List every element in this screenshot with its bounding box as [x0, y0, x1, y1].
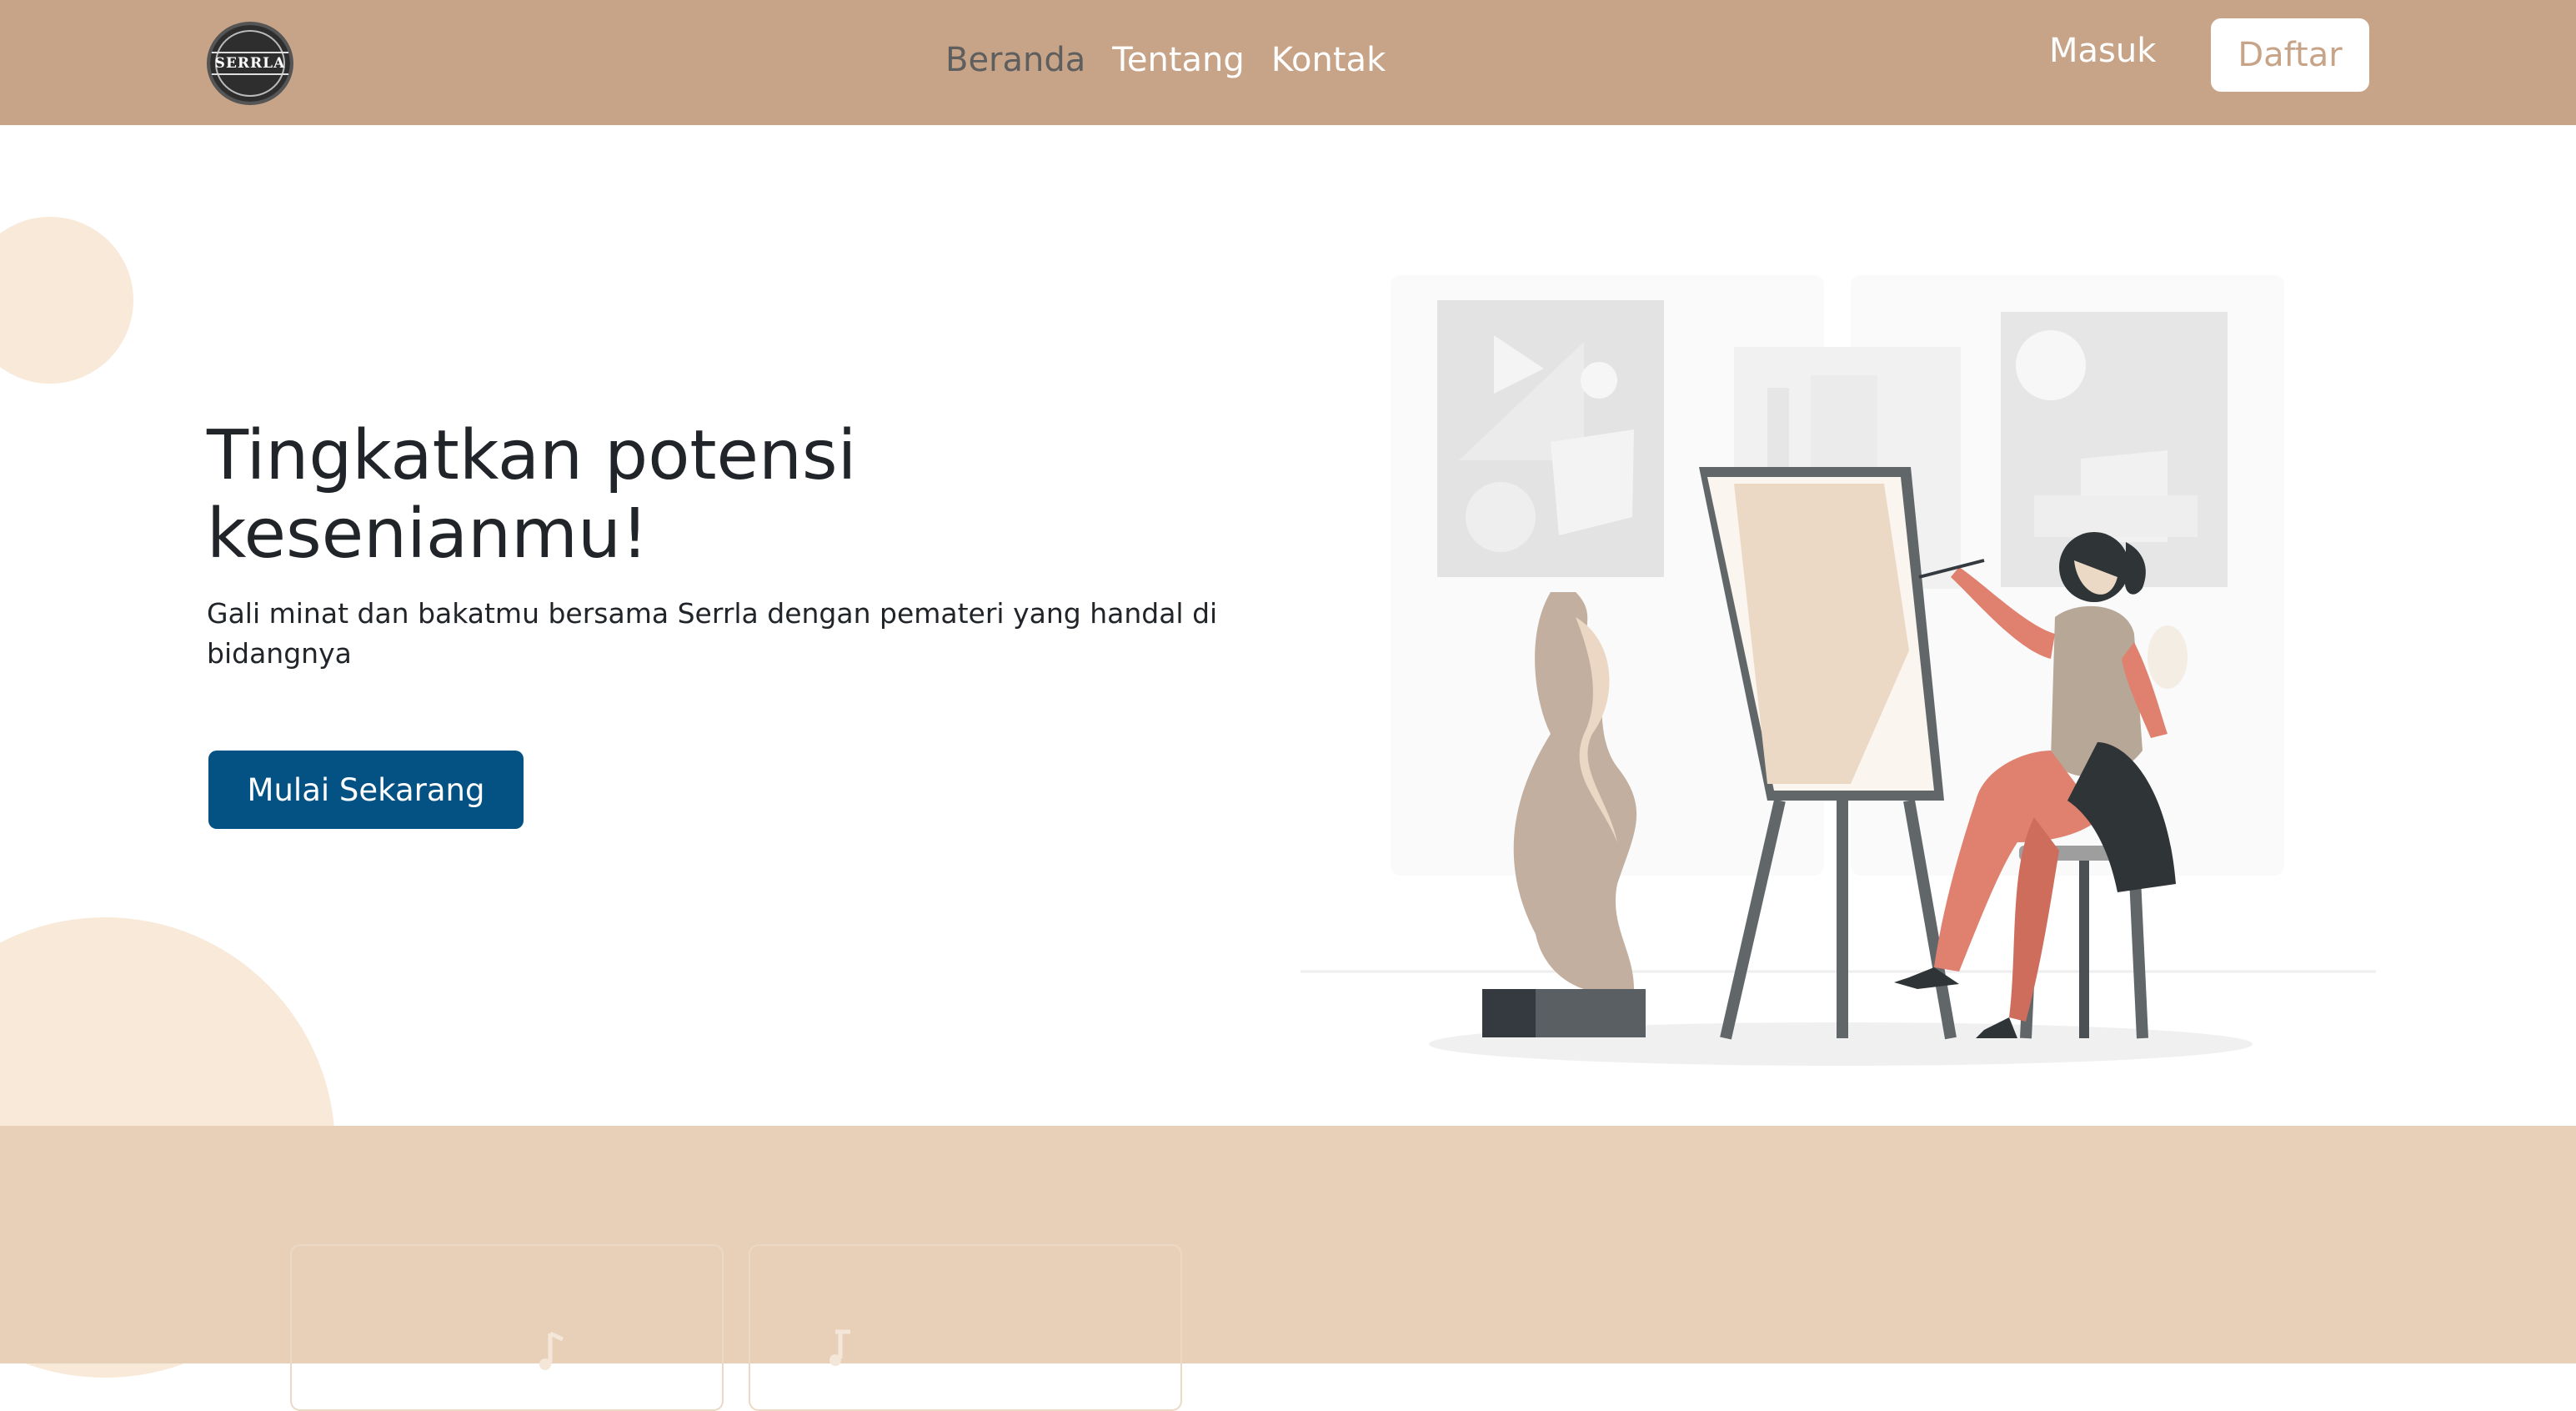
- nav-link-beranda[interactable]: Beranda: [945, 41, 1085, 79]
- login-link[interactable]: Masuk: [2049, 32, 2156, 70]
- hero-title-line1: Tingkatkan potensi: [207, 416, 857, 495]
- brand-logo-text: SERRLA: [211, 52, 289, 75]
- nav-links: Beranda Tentang Kontak: [945, 35, 1386, 85]
- start-now-button[interactable]: Mulai Sekarang: [208, 751, 524, 829]
- hero-title: Tingkatkan potensi kesenianmu!: [207, 417, 1207, 574]
- feature-card[interactable]: [290, 1244, 724, 1411]
- hero-subtitle: Gali minat dan bakatmu bersama Serrla de…: [207, 597, 1218, 670]
- navbar: SERRLA Beranda Tentang Kontak Masuk Daft…: [0, 0, 2576, 125]
- music-note-icon: [829, 1329, 850, 1366]
- brand-logo[interactable]: SERRLA: [207, 22, 293, 105]
- music-note-icon: [539, 1331, 564, 1370]
- hero-title-line2: kesenianmu!: [207, 495, 649, 574]
- features-section: [0, 1126, 2576, 1411]
- nav-link-kontak[interactable]: Kontak: [1271, 41, 1386, 79]
- painter-easel-illustration: [1301, 275, 2376, 1066]
- register-button[interactable]: Daftar: [2211, 18, 2369, 92]
- decor-circle-top: [0, 217, 133, 384]
- nav-link-tentang[interactable]: Tentang: [1112, 41, 1245, 79]
- feature-card[interactable]: [749, 1244, 1182, 1411]
